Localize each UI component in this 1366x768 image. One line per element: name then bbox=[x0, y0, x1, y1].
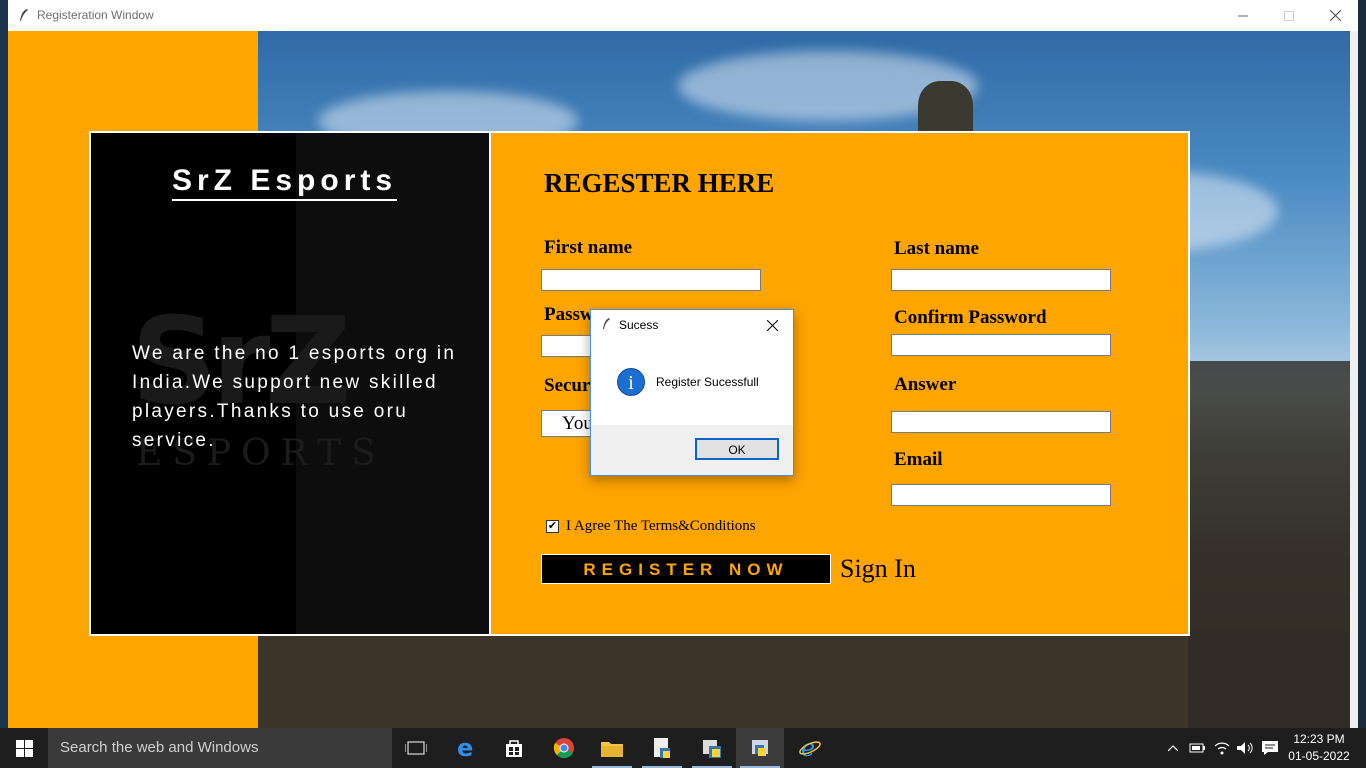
brand-panel: SrZ ESPORTS SrZ Esports We are the no 1 … bbox=[91, 133, 489, 634]
chevron-up-icon bbox=[1168, 744, 1178, 751]
brand-about-text: We are the no 1 esports org in India.We … bbox=[132, 343, 457, 451]
wifi-button[interactable] bbox=[1211, 728, 1233, 768]
window-titlebar[interactable]: Registeration Window bbox=[8, 0, 1358, 32]
confirm-password-label: Confirm Password bbox=[894, 307, 1047, 328]
windows-logo-icon bbox=[15, 739, 33, 757]
svg-text:e: e bbox=[457, 737, 473, 759]
maximize-icon bbox=[1284, 10, 1294, 21]
last-name-label: Last name bbox=[894, 238, 979, 259]
file-explorer-taskbar-button[interactable] bbox=[588, 728, 636, 768]
tray-overflow-button[interactable] bbox=[1163, 728, 1183, 768]
speaker-icon bbox=[1237, 742, 1253, 754]
folder-icon bbox=[601, 742, 623, 757]
brand-title: SrZ Esports bbox=[172, 163, 398, 201]
dialog-close-button[interactable] bbox=[766, 314, 779, 336]
info-icon: i bbox=[617, 368, 645, 396]
start-button[interactable] bbox=[0, 728, 48, 768]
edge-taskbar-button[interactable]: e bbox=[442, 728, 490, 768]
confirm-password-input[interactable] bbox=[891, 334, 1111, 356]
volume-button[interactable] bbox=[1234, 728, 1256, 768]
task-view-button[interactable] bbox=[392, 728, 440, 768]
tk-feather-icon bbox=[603, 318, 610, 329]
window-title: Registeration Window bbox=[37, 8, 154, 22]
maximize-button[interactable] bbox=[1266, 0, 1312, 31]
email-label: Email bbox=[894, 449, 943, 470]
wifi-icon bbox=[1214, 742, 1230, 755]
dialog-title: Sucess bbox=[619, 318, 659, 332]
python-icon bbox=[752, 740, 768, 756]
store-taskbar-button[interactable] bbox=[490, 728, 538, 768]
minimize-icon bbox=[1238, 15, 1248, 16]
store-icon bbox=[506, 740, 522, 757]
battery-button[interactable] bbox=[1186, 728, 1208, 768]
python-document-icon bbox=[654, 738, 670, 758]
answer-input[interactable] bbox=[891, 411, 1111, 433]
register-now-button[interactable]: REGISTER NOW bbox=[541, 554, 831, 584]
first-name-label: First name bbox=[544, 237, 633, 258]
answer-label: Answer bbox=[894, 374, 957, 395]
window-right-edge bbox=[1350, 31, 1358, 728]
first-name-input[interactable] bbox=[541, 269, 761, 291]
terms-checkbox[interactable]: ✔ bbox=[546, 520, 559, 533]
notification-icon bbox=[1262, 741, 1278, 755]
sign-in-link[interactable]: Sign In bbox=[840, 554, 916, 584]
minimize-button[interactable] bbox=[1220, 0, 1266, 31]
success-dialog: Sucess i Register Sucessfull OK bbox=[590, 309, 794, 476]
clock-time: 12:23 PM bbox=[1293, 732, 1345, 746]
desktop-edge bbox=[0, 0, 8, 728]
python-idle-taskbar-button[interactable] bbox=[688, 728, 736, 768]
battery-icon bbox=[1189, 743, 1205, 753]
taskbar: Search the web and Windows e e 12:23 PM … bbox=[0, 728, 1366, 768]
form-heading: REGESTER HERE bbox=[544, 168, 775, 198]
email-input[interactable] bbox=[891, 484, 1111, 506]
tk-feather-icon bbox=[20, 9, 28, 21]
task-view-icon bbox=[405, 741, 427, 755]
python-idle-icon bbox=[703, 740, 721, 758]
password-label: Passw bbox=[544, 304, 594, 325]
notifications-button[interactable] bbox=[1258, 728, 1282, 768]
taskbar-clock[interactable]: 12:23 PM 01-05-2022 bbox=[1284, 731, 1354, 765]
edge-icon: e bbox=[457, 737, 473, 759]
internet-explorer-taskbar-button[interactable]: e bbox=[786, 728, 834, 768]
last-name-input[interactable] bbox=[891, 269, 1111, 291]
dialog-message: Register Sucessfull bbox=[656, 375, 759, 389]
taskbar-search-box[interactable]: Search the web and Windows bbox=[48, 728, 392, 768]
close-icon bbox=[766, 319, 779, 332]
python-file-taskbar-button[interactable] bbox=[638, 728, 686, 768]
close-button[interactable] bbox=[1312, 0, 1358, 31]
clock-date: 01-05-2022 bbox=[1288, 749, 1350, 763]
chrome-taskbar-button[interactable] bbox=[540, 728, 588, 768]
python-app-taskbar-button[interactable] bbox=[736, 728, 784, 768]
terms-label[interactable]: I Agree The Terms&Conditions bbox=[566, 518, 756, 535]
close-icon bbox=[1329, 10, 1341, 21]
security-question-label: Secur bbox=[544, 375, 591, 396]
internet-explorer-icon: e bbox=[799, 736, 821, 760]
chrome-icon bbox=[553, 738, 574, 759]
dialog-ok-button[interactable]: OK bbox=[695, 438, 779, 460]
